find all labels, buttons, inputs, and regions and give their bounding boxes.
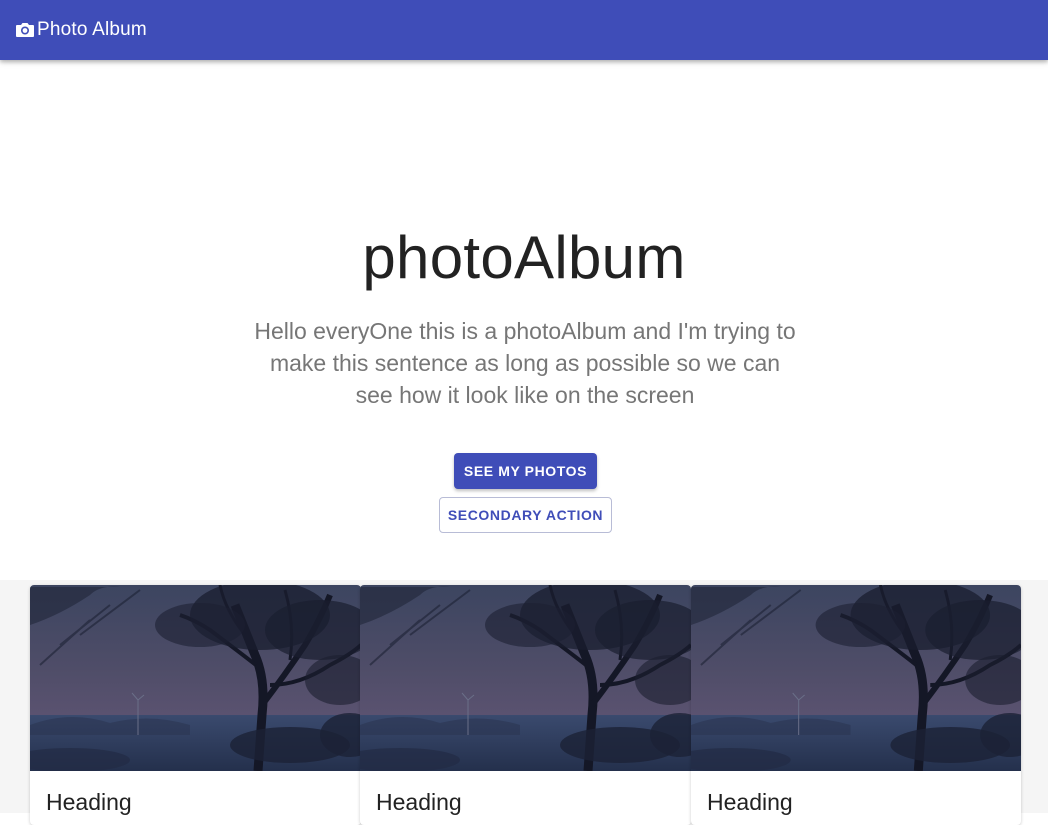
- photo-card[interactable]: Heading: [360, 585, 691, 825]
- app-bar: Photo Album: [0, 0, 1048, 60]
- cards-section: Heading Heading Heading: [0, 580, 1048, 825]
- hero-description: Hello everyOne this is a photoAlbum and …: [254, 318, 796, 408]
- see-my-photos-button[interactable]: SEE MY PHOTOS: [454, 453, 597, 489]
- hero-title: photoAlbum: [362, 224, 686, 291]
- photo-card[interactable]: Heading: [691, 585, 1021, 825]
- winter-tree-photo: [30, 585, 361, 771]
- camera-icon: [15, 20, 35, 40]
- card-heading: Heading: [376, 789, 462, 815]
- hero-section: photoAlbum Hello everyOne this is a phot…: [0, 60, 1048, 580]
- card-heading: Heading: [707, 789, 793, 815]
- winter-tree-photo: [360, 585, 691, 771]
- app-title: Photo Album: [37, 19, 147, 40]
- winter-tree-photo: [691, 585, 1021, 771]
- secondary-action-button[interactable]: SECONDARY ACTION: [439, 497, 612, 533]
- card-heading: Heading: [46, 789, 132, 815]
- photo-card[interactable]: Heading: [30, 585, 361, 825]
